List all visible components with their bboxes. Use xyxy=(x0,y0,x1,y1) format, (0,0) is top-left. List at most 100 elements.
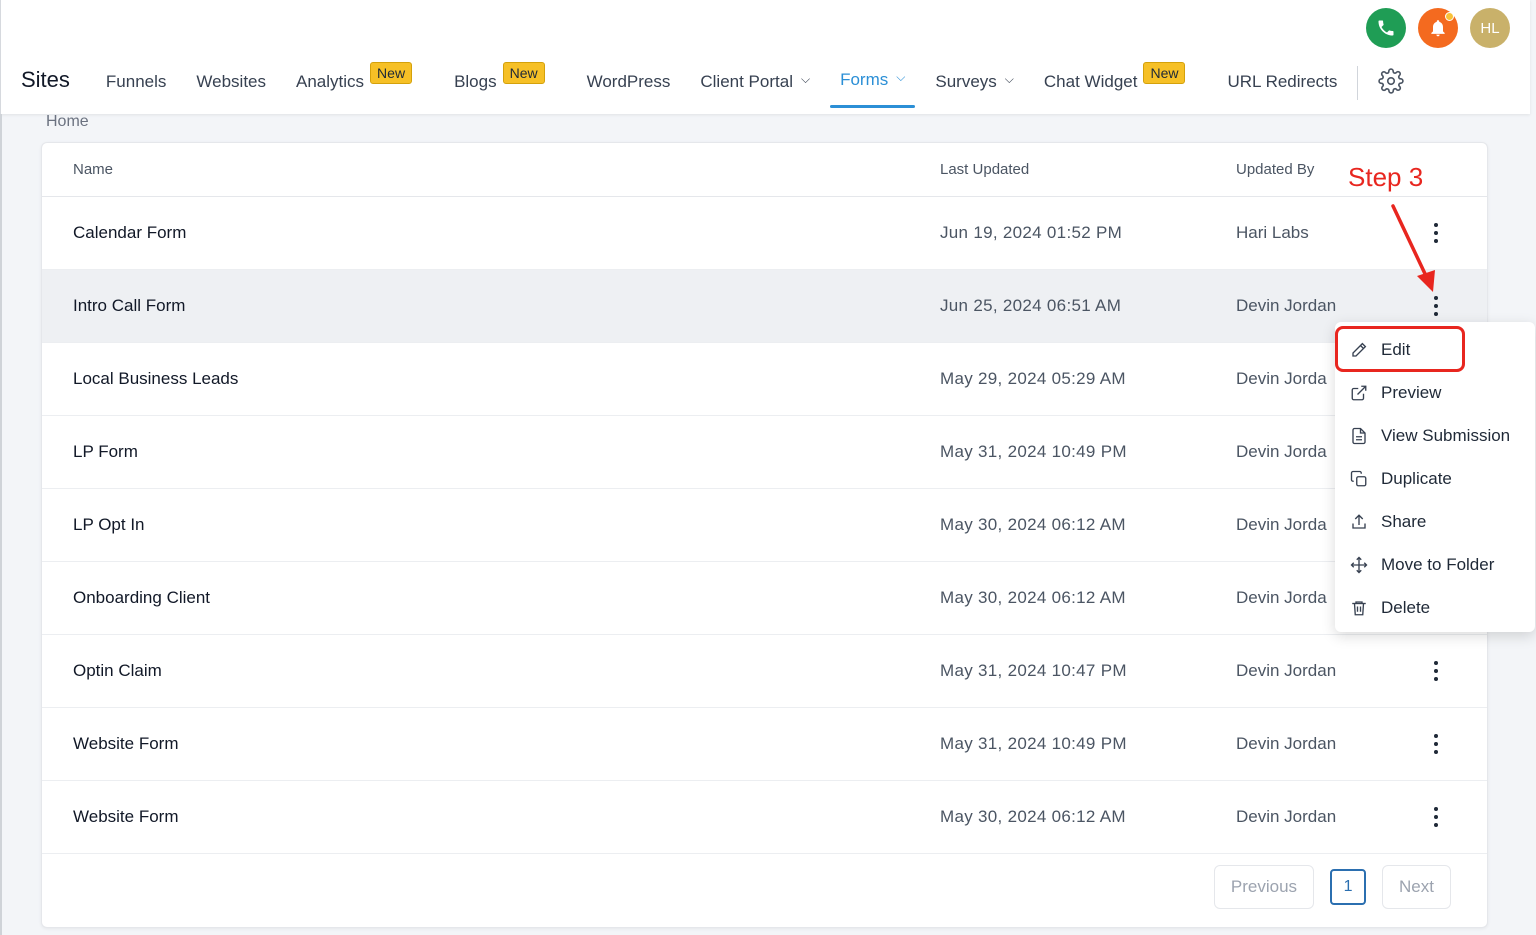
chevron-down-icon: ⌵ xyxy=(896,70,906,84)
column-name[interactable]: Name xyxy=(73,161,113,178)
table-row[interactable]: Optin Claim May 31, 2024 10:47 PM Devin … xyxy=(42,635,1487,708)
menu-item-label: Duplicate xyxy=(1381,468,1452,488)
table-header: Name Last Updated Updated By xyxy=(42,143,1487,197)
step-annotation: Step 3 xyxy=(1348,162,1424,192)
row-updated-by: Devin Jorda xyxy=(1236,588,1327,607)
row-updated-by: Devin Jorda xyxy=(1236,515,1327,534)
column-last-updated[interactable]: Last Updated xyxy=(940,161,1029,178)
row-updated-by: Hari Labs xyxy=(1236,223,1309,242)
menu-item-edit[interactable]: Edit xyxy=(1335,328,1535,371)
table-row[interactable]: LP Form May 31, 2024 10:49 PM Devin Jord… xyxy=(42,416,1487,489)
left-edge xyxy=(0,114,2,935)
column-updated-by[interactable]: Updated By xyxy=(1236,161,1314,178)
nav-url-redirects[interactable]: URL Redirects xyxy=(1227,72,1337,110)
avatar[interactable]: HL xyxy=(1470,8,1510,48)
breadcrumb[interactable]: Home xyxy=(46,113,89,131)
page-title: Sites xyxy=(21,67,70,92)
nav-label: Analytics xyxy=(296,72,365,91)
menu-item-label: Move to Folder xyxy=(1381,554,1495,574)
nav-label: Funnels xyxy=(105,72,167,91)
nav-label: Blogs xyxy=(454,72,497,91)
nav-forms[interactable]: Forms ⌵ xyxy=(830,70,916,108)
menu-item-view-submission[interactable]: View Submission xyxy=(1335,414,1535,457)
move-icon xyxy=(1349,555,1369,575)
row-updated-by: Devin Jordan xyxy=(1236,296,1337,315)
row-name[interactable]: Website Form xyxy=(73,734,179,754)
nav-client-portal[interactable]: Client Portal ⌵ xyxy=(700,72,810,110)
menu-item-preview[interactable]: Preview xyxy=(1335,371,1535,414)
menu-item-delete[interactable]: Delete xyxy=(1335,586,1535,629)
row-name[interactable]: Website Form xyxy=(73,807,179,827)
trash-icon xyxy=(1349,598,1369,618)
row-date: May 30, 2024 06:12 AM xyxy=(940,588,1126,607)
menu-item-label: Share xyxy=(1381,511,1427,531)
bell-icon xyxy=(1431,20,1445,37)
nav-analytics[interactable]: Analytics New xyxy=(296,62,413,110)
menu-item-move-to-folder[interactable]: Move to Folder xyxy=(1335,543,1535,586)
table-row[interactable]: Intro Call Form Jun 25, 2024 06:51 AM De… xyxy=(42,270,1487,343)
nav-chat-widget[interactable]: Chat Widget New xyxy=(1043,62,1186,110)
nav-label: Surveys xyxy=(935,72,997,91)
phone-icon xyxy=(1378,20,1394,36)
table-row[interactable]: Calendar Form Jun 19, 2024 01:52 PM Hari… xyxy=(42,197,1487,270)
more-options-icon[interactable] xyxy=(1428,803,1444,831)
nav-surveys[interactable]: Surveys ⌵ xyxy=(935,72,1014,110)
table-row[interactable]: LP Opt In May 30, 2024 06:12 AM Devin Jo… xyxy=(42,489,1487,562)
settings-button[interactable] xyxy=(1378,68,1405,99)
nav-label: WordPress xyxy=(586,72,671,91)
nav-websites[interactable]: Websites xyxy=(196,72,266,110)
more-options-icon[interactable] xyxy=(1428,657,1444,685)
menu-item-label: Edit xyxy=(1381,339,1411,359)
row-name[interactable]: Calendar Form xyxy=(73,223,186,243)
new-badge: New xyxy=(502,62,545,84)
more-options-icon[interactable] xyxy=(1428,730,1444,758)
pencil-icon xyxy=(1349,340,1369,360)
row-updated-by: Devin Jorda xyxy=(1236,369,1327,388)
nav-label: URL Redirects xyxy=(1227,72,1338,91)
row-name[interactable]: Onboarding Client xyxy=(73,588,210,608)
row-date: May 31, 2024 10:47 PM xyxy=(940,661,1127,680)
row-name[interactable]: Intro Call Form xyxy=(73,296,185,316)
chevron-down-icon: ⌵ xyxy=(1004,72,1014,86)
pagination: Previous 1 Next xyxy=(1213,865,1451,909)
nav-label: Chat Widget xyxy=(1043,72,1138,91)
row-name[interactable]: LP Opt In xyxy=(73,515,145,535)
table-row[interactable]: Website Form May 31, 2024 10:49 PM Devin… xyxy=(42,708,1487,781)
nav-label: Websites xyxy=(196,72,267,91)
top-actions: HL xyxy=(1366,8,1510,48)
row-date: Jun 25, 2024 06:51 AM xyxy=(940,296,1122,315)
nav-funnels[interactable]: Funnels xyxy=(106,72,166,110)
share-icon xyxy=(1349,512,1369,532)
forms-table: Name Last Updated Updated By Calendar Fo… xyxy=(41,142,1488,928)
menu-item-label: View Submission xyxy=(1381,425,1511,445)
menu-item-share[interactable]: Share xyxy=(1335,500,1535,543)
row-name[interactable]: Optin Claim xyxy=(73,661,162,681)
row-updated-by: Devin Jordan xyxy=(1236,661,1337,680)
next-button[interactable]: Next xyxy=(1382,865,1451,909)
phone-button[interactable] xyxy=(1366,8,1406,48)
row-name[interactable]: Local Business Leads xyxy=(73,369,238,389)
chevron-down-icon: ⌵ xyxy=(800,72,811,86)
new-badge: New xyxy=(1143,62,1186,84)
avatar-initials: HL xyxy=(1480,19,1500,37)
notifications-button[interactable] xyxy=(1418,8,1458,48)
row-updated-by: Devin Jordan xyxy=(1236,734,1337,753)
arrow-icon xyxy=(1391,204,1435,292)
document-icon xyxy=(1349,426,1369,446)
menu-item-label: Preview xyxy=(1381,382,1442,402)
nav-divider xyxy=(1357,66,1359,100)
row-name[interactable]: LP Form xyxy=(73,442,138,462)
menu-item-duplicate[interactable]: Duplicate xyxy=(1335,457,1535,500)
table-row[interactable]: Onboarding Client May 30, 2024 06:12 AM … xyxy=(42,562,1487,635)
table-row[interactable]: Website Form May 30, 2024 06:12 AM Devin… xyxy=(42,781,1487,854)
notification-dot xyxy=(1445,12,1454,21)
table-row[interactable]: Local Business Leads May 29, 2024 05:29 … xyxy=(42,343,1487,416)
nav-label: Client Portal xyxy=(700,72,793,91)
nav-blogs[interactable]: Blogs New xyxy=(454,62,545,110)
nav-label: Forms xyxy=(840,70,889,89)
row-date: May 30, 2024 06:12 AM xyxy=(940,807,1126,826)
nav-wordpress[interactable]: WordPress xyxy=(587,72,671,110)
new-badge: New xyxy=(370,62,413,84)
previous-button[interactable]: Previous xyxy=(1213,865,1315,909)
page-number-button[interactable]: 1 xyxy=(1330,869,1367,905)
